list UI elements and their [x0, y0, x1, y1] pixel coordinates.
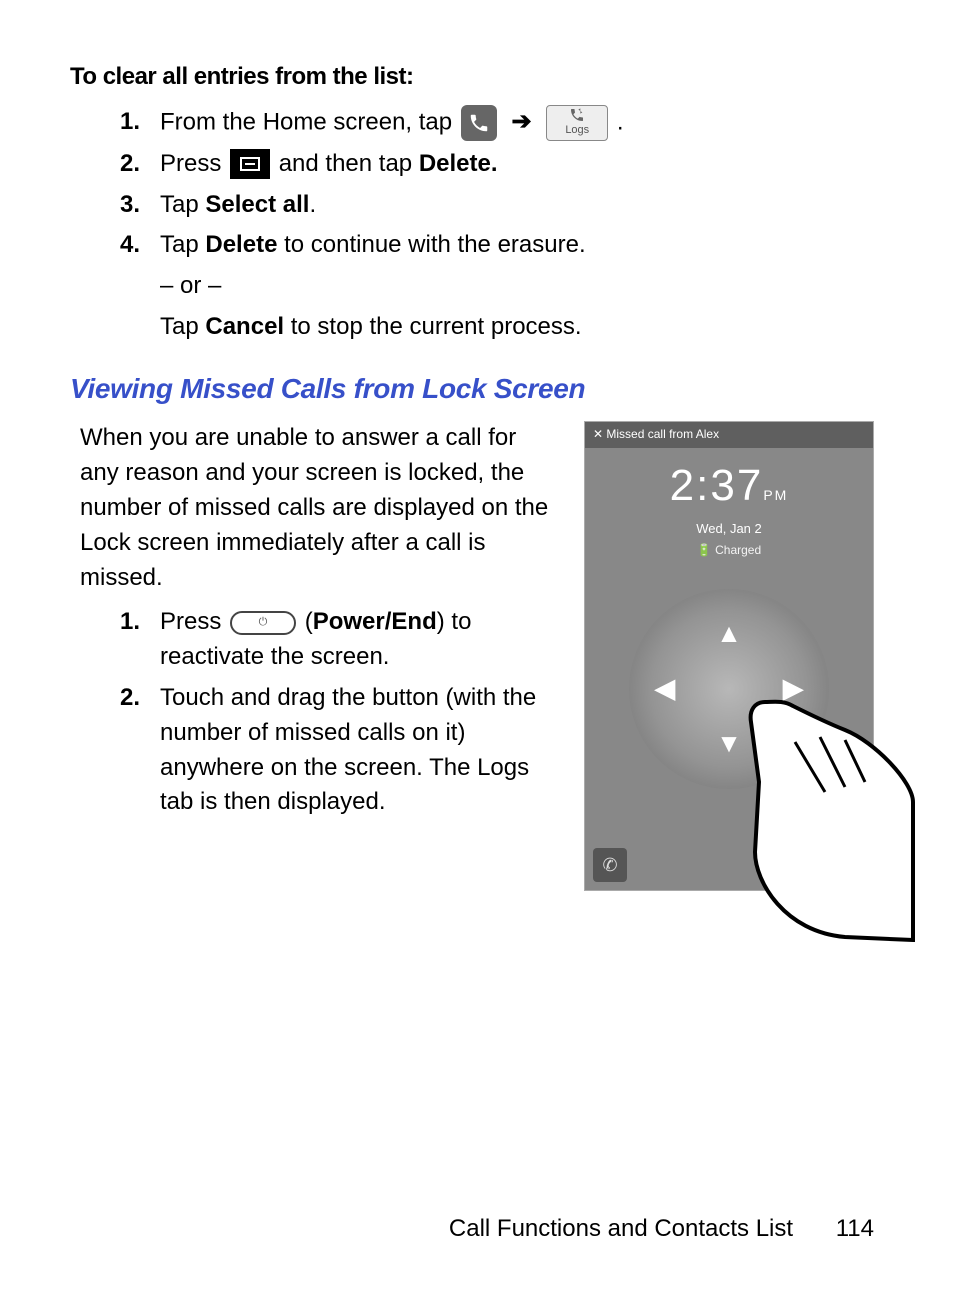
step-body: Touch and drag the button (with the numb…: [160, 681, 560, 820]
bold-delete: Delete: [205, 231, 277, 258]
text: Tap: [160, 231, 199, 258]
chapter-name: Call Functions and Contacts List: [449, 1215, 793, 1242]
step-4: 4. Tap Delete to continue with the erasu…: [120, 228, 884, 263]
menu-icon: [230, 149, 270, 179]
step-body: Tap Delete to continue with the erasure.: [160, 228, 884, 263]
bold-delete: Delete.: [419, 150, 498, 177]
text: .: [309, 191, 316, 218]
step-2: 2. Press and then tap Delete.: [120, 147, 884, 182]
phone-icon: [461, 105, 497, 141]
step-number: 4.: [120, 228, 160, 263]
step-number: 1.: [120, 105, 160, 140]
hand-gesture-icon: [715, 682, 915, 942]
lockscreen-charged: 🔋 Charged: [585, 542, 873, 559]
text: .: [617, 108, 624, 135]
text: Tap: [160, 191, 199, 218]
text: Tap: [160, 313, 199, 340]
step-number: 2.: [120, 147, 160, 182]
step-1-b: 1. Press ⏻ (Power/End) to reactivate the…: [120, 605, 560, 675]
text: (: [305, 608, 313, 635]
arrow-left-icon: ◀: [655, 670, 675, 708]
text: Press: [160, 608, 221, 635]
step-number: 2.: [120, 681, 160, 716]
power-button-icon: ⏻: [230, 611, 296, 635]
section-title-clear-list: To clear all entries from the list:: [70, 60, 884, 95]
phone-shortcut-icon: ✆: [593, 848, 627, 882]
step-number: 1.: [120, 605, 160, 640]
lockscreen-date: Wed, Jan 2: [585, 520, 873, 539]
text: and then tap: [279, 150, 412, 177]
logs-label: Logs: [565, 123, 589, 139]
step-number: 3.: [120, 188, 160, 223]
bold-cancel: Cancel: [205, 313, 284, 340]
arrow-up-icon: ▲: [716, 615, 742, 653]
bold-select-all: Select all: [205, 191, 309, 218]
text: to stop the current process.: [291, 313, 582, 340]
page-footer: Call Functions and Contacts List 114: [449, 1212, 874, 1247]
step-body: Tap Select all.: [160, 188, 884, 223]
lockscreen-notification: ✕ Missed call from Alex: [585, 422, 873, 447]
text: to continue with the erasure.: [284, 231, 586, 258]
text: Press: [160, 150, 221, 177]
step-body: Press and then tap Delete.: [160, 147, 884, 182]
time-ampm: PM: [763, 487, 788, 503]
step-body: From the Home screen, tap ➔ Logs .: [160, 105, 884, 141]
step-1: 1. From the Home screen, tap ➔ Logs .: [120, 105, 884, 141]
page-number: 114: [836, 1215, 874, 1242]
lockscreen-time: 2:37PM: [585, 454, 873, 518]
step-3: 3. Tap Select all.: [120, 188, 884, 223]
bold-power-end: Power/End: [313, 608, 437, 635]
intro-paragraph: When you are unable to answer a call for…: [80, 421, 560, 595]
text: From the Home screen, tap: [160, 108, 452, 135]
logs-icon: Logs: [546, 105, 608, 141]
time-value: 2:37: [670, 461, 764, 510]
subheading-viewing-missed: Viewing Missed Calls from Lock Screen: [70, 369, 884, 410]
step-body: Press ⏻ (Power/End) to reactivate the sc…: [160, 605, 560, 675]
step-4-alt: Tap Cancel to stop the current process.: [160, 310, 884, 345]
arrow-icon: ➔: [511, 108, 531, 135]
step-2-b: 2. Touch and drag the button (with the n…: [120, 681, 560, 820]
or-text: – or –: [160, 269, 884, 304]
lockscreen-illustration: ✕ Missed call from Alex 2:37PM Wed, Jan …: [584, 421, 884, 891]
